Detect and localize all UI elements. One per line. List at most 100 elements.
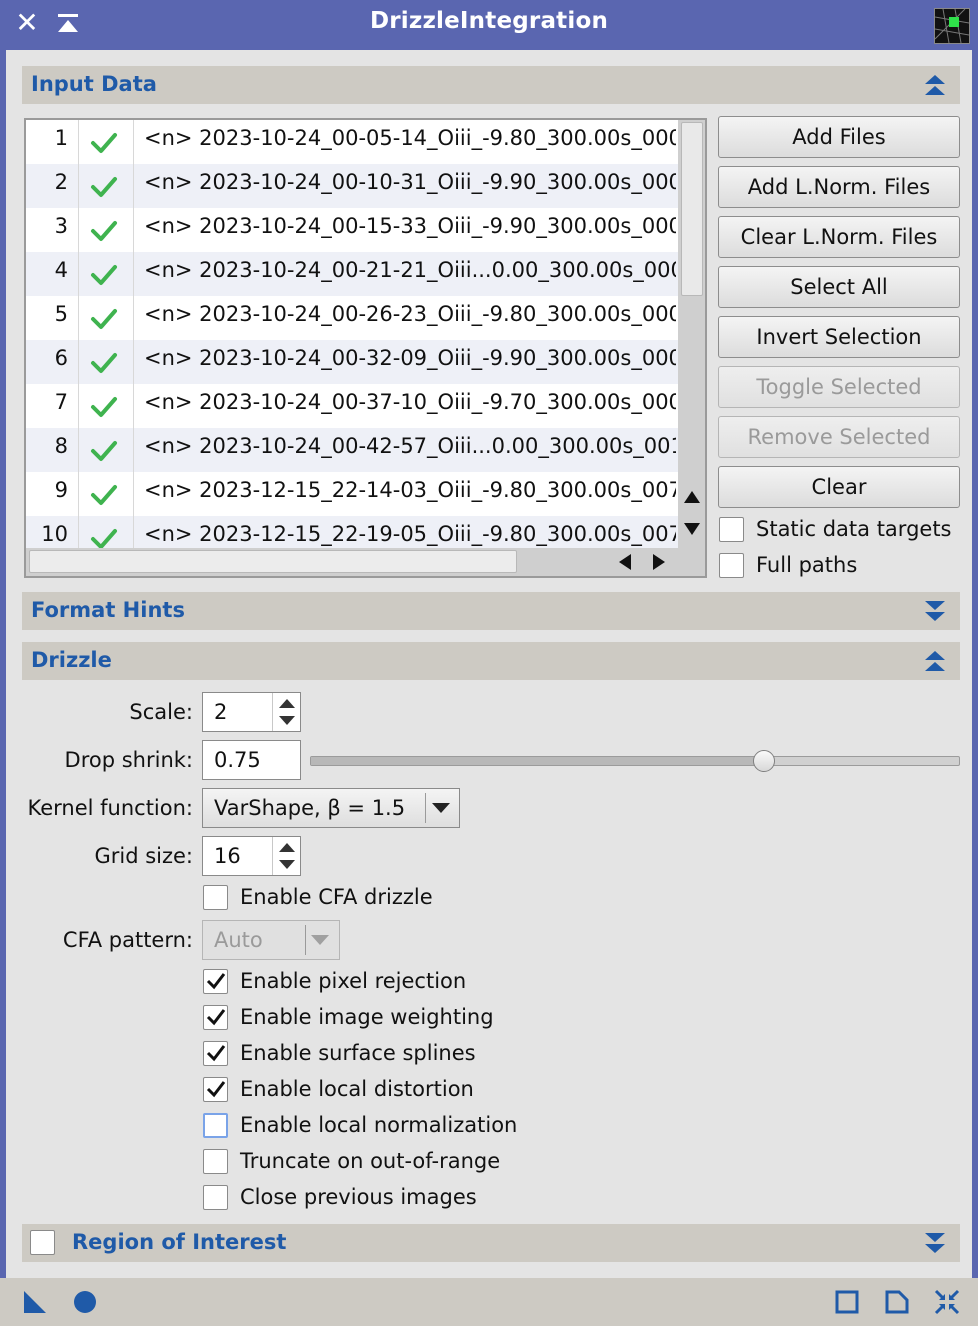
enable-cfa-drizzle-checkbox[interactable] <box>203 885 228 910</box>
process-icon[interactable] <box>934 8 970 44</box>
kernel-function-value: VarShape, β = 1.5 <box>214 796 406 820</box>
enable-local-normalization-checkbox[interactable] <box>203 1113 228 1138</box>
file-row[interactable]: 1 <n> 2023-10-24_00-05-14_Oiii_-9.80_300.… <box>26 120 678 164</box>
kernel-function-label: Kernel function: <box>27 796 193 820</box>
cfa-pattern-value: Auto <box>214 928 263 952</box>
static-data-targets-checkbox[interactable] <box>719 517 744 542</box>
remove-selected-button[interactable]: Remove Selected <box>718 416 960 458</box>
add-lnorm-files-button[interactable]: Add L.Norm. Files <box>718 166 960 208</box>
drop-shrink-slider-handle[interactable] <box>752 750 775 772</box>
section-region-of-interest[interactable]: Region of Interest <box>22 1224 960 1262</box>
close-previous-images-checkbox[interactable] <box>203 1185 228 1210</box>
scroll-up-icon[interactable] <box>682 488 702 506</box>
file-index: 1 <box>54 126 68 150</box>
file-row[interactable]: 5 <n> 2023-10-24_00-26-23_Oiii_-9.80_300.… <box>26 296 678 340</box>
file-name: <n> 2023-10-24_00-37-10_Oiii_-9.70_300.0… <box>144 390 676 414</box>
enable-local-distortion-checkbox[interactable] <box>203 1077 228 1102</box>
drop-shrink-input[interactable]: 0.75 <box>202 740 301 780</box>
horizontal-scroll-thumb[interactable] <box>29 550 517 573</box>
enable-surface-splines-checkbox[interactable] <box>203 1041 228 1066</box>
file-row[interactable]: 6 <n> 2023-10-24_00-32-09_Oiii_-9.90_300.… <box>26 340 678 384</box>
enable-image-weighting-checkbox[interactable] <box>203 1005 228 1030</box>
scale-spinbox[interactable]: 2 <box>202 692 301 732</box>
section-format-hints[interactable]: Format Hints <box>22 592 960 630</box>
file-name: <n> 2023-12-15_22-14-03_Oiii_-9.80_300.0… <box>144 478 676 502</box>
file-row[interactable]: 3 <n> 2023-10-24_00-15-33_Oiii_-9.90_300.… <box>26 208 678 252</box>
file-row[interactable]: 4 <n> 2023-10-24_00-21-21_Oiii...0.00_300… <box>26 252 678 296</box>
enabled-check-icon[interactable] <box>90 218 118 244</box>
vertical-scroll-thumb[interactable] <box>681 122 703 296</box>
section-drizzle[interactable]: Drizzle <box>22 642 960 680</box>
clear-lnorm-files-button[interactable]: Clear L.Norm. Files <box>718 216 960 258</box>
file-list[interactable]: 10 <n> 2023-12-15_22-19-05_Oiii_-9.80_300… <box>24 118 707 578</box>
reset-icon[interactable] <box>934 1289 960 1315</box>
section-title-format-hints: Format Hints <box>31 598 185 622</box>
close-previous-images-label: Close previous images <box>240 1185 477 1209</box>
collapse-icon[interactable] <box>924 75 946 95</box>
file-index: 10 <box>41 522 68 546</box>
enable-surface-splines-label: Enable surface splines <box>240 1041 476 1065</box>
file-index: 5 <box>54 302 68 326</box>
new-instance-icon[interactable] <box>22 1289 48 1315</box>
drop-shrink-slider[interactable] <box>310 756 960 766</box>
truncate-on-out-of-range-checkbox[interactable] <box>203 1149 228 1174</box>
scroll-right-icon[interactable] <box>650 552 668 572</box>
enabled-check-icon[interactable] <box>90 306 118 332</box>
scroll-down-icon[interactable] <box>682 520 702 538</box>
file-row[interactable]: 2 <n> 2023-10-24_00-10-31_Oiii_-9.90_300.… <box>26 164 678 208</box>
file-index: 7 <box>54 390 68 414</box>
expand-icon[interactable] <box>924 601 946 621</box>
section-title-region-of-interest: Region of Interest <box>72 1230 287 1254</box>
enable-local-normalization-label: Enable local normalization <box>240 1113 518 1137</box>
collapse-icon[interactable] <box>924 651 946 671</box>
file-name: <n> 2023-10-24_00-05-14_Oiii_-9.80_300.0… <box>144 126 676 150</box>
invert-selection-button[interactable]: Invert Selection <box>718 316 960 358</box>
grid-size-stepper[interactable] <box>272 837 300 875</box>
chevron-down-icon <box>311 935 329 945</box>
enabled-check-icon[interactable] <box>90 438 118 464</box>
file-index: 9 <box>54 478 68 502</box>
scroll-left-icon[interactable] <box>616 552 634 572</box>
file-name: <n> 2023-10-24_00-21-21_Oiii...0.00_300.… <box>144 258 676 282</box>
kernel-function-select[interactable]: VarShape, β = 1.5 <box>202 788 460 828</box>
scale-value: 2 <box>214 700 228 724</box>
file-name: <n> 2023-10-24_00-15-33_Oiii_-9.90_300.0… <box>144 214 676 238</box>
edit-instance-icon[interactable] <box>884 1289 910 1315</box>
full-paths-checkbox[interactable] <box>719 553 744 578</box>
file-name: <n> 2023-10-24_00-32-09_Oiii_-9.90_300.0… <box>144 346 676 370</box>
enabled-check-icon[interactable] <box>90 350 118 376</box>
browse-documentation-icon[interactable] <box>834 1289 860 1315</box>
grid-size-value: 16 <box>214 844 241 868</box>
enabled-check-icon[interactable] <box>90 526 118 548</box>
cfa-pattern-select[interactable]: Auto <box>202 920 340 960</box>
add-files-button[interactable]: Add Files <box>718 116 960 158</box>
enable-pixel-rejection-checkbox[interactable] <box>203 969 228 994</box>
chevron-down-icon <box>432 803 450 813</box>
file-row[interactable]: 9 <n> 2023-12-15_22-14-03_Oiii_-9.80_300.… <box>26 472 678 516</box>
section-title-drizzle: Drizzle <box>31 648 112 672</box>
drop-shrink-label: Drop shrink: <box>64 748 193 772</box>
section-input-data[interactable]: Input Data <box>22 66 960 104</box>
enabled-check-icon[interactable] <box>90 394 118 420</box>
file-name: <n> 2023-10-24_00-42-57_Oiii...0.00_300.… <box>144 434 676 458</box>
vertical-scrollbar[interactable] <box>678 120 705 548</box>
grid-size-spinbox[interactable]: 16 <box>202 836 301 876</box>
enabled-check-icon[interactable] <box>90 482 118 508</box>
toggle-selected-button[interactable]: Toggle Selected <box>718 366 960 408</box>
file-name: <n> 2023-10-24_00-10-31_Oiii_-9.90_300.0… <box>144 170 676 194</box>
apply-global-icon[interactable] <box>72 1289 98 1315</box>
file-row[interactable]: 10 <n> 2023-12-15_22-19-05_Oiii_-9.80_300… <box>26 516 678 548</box>
clear-button[interactable]: Clear <box>718 466 960 508</box>
horizontal-scrollbar[interactable] <box>26 548 705 576</box>
expand-icon[interactable] <box>924 1233 946 1253</box>
truncate-on-out-of-range-label: Truncate on out-of-range <box>240 1149 501 1173</box>
region-of-interest-checkbox[interactable] <box>30 1230 55 1255</box>
enabled-check-icon[interactable] <box>90 174 118 200</box>
static-data-targets-label: Static data targets <box>756 517 952 541</box>
enabled-check-icon[interactable] <box>90 130 118 156</box>
file-row[interactable]: 8 <n> 2023-10-24_00-42-57_Oiii...0.00_300… <box>26 428 678 472</box>
scale-stepper[interactable] <box>272 693 300 731</box>
file-row[interactable]: 7 <n> 2023-10-24_00-37-10_Oiii_-9.70_300.… <box>26 384 678 428</box>
select-all-button[interactable]: Select All <box>718 266 960 308</box>
enabled-check-icon[interactable] <box>90 262 118 288</box>
